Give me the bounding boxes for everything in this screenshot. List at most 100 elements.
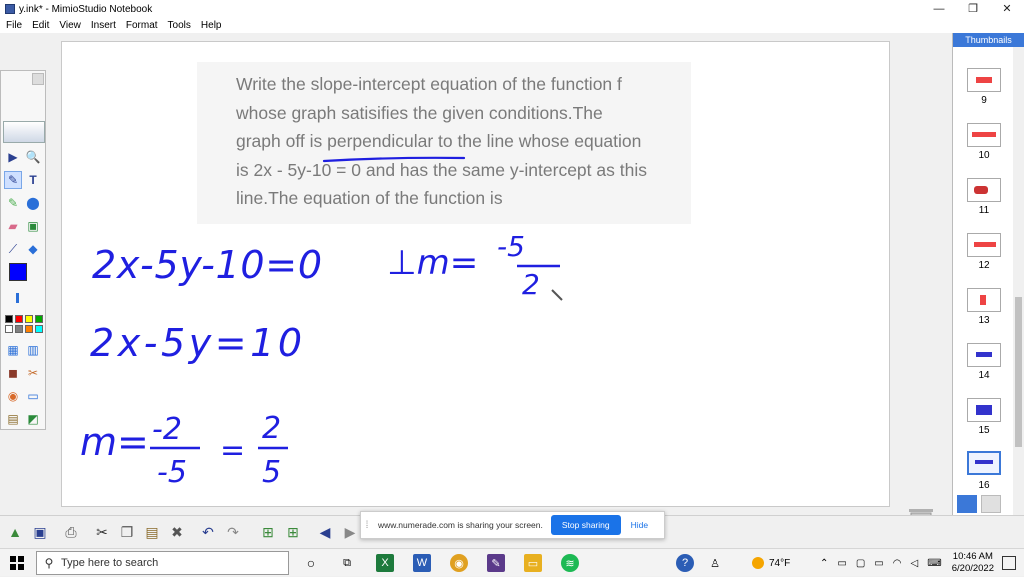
handwritten-equation-2: 2x-5y=10 — [90, 321, 302, 365]
palette-swatch[interactable] — [25, 315, 33, 323]
thumbnail-page[interactable] — [967, 233, 1001, 257]
image-icon[interactable]: ▣ — [24, 217, 42, 235]
restore-button[interactable]: ❐ — [956, 0, 990, 18]
thumbnail-page[interactable] — [967, 68, 1001, 92]
input-method-icon[interactable]: ⌨ — [927, 558, 941, 569]
minimize-button[interactable]: — — [922, 0, 956, 18]
eraser-icon[interactable]: ▰ — [4, 217, 22, 235]
palette-swatch[interactable] — [5, 315, 13, 323]
thumbnail-page[interactable] — [967, 343, 1001, 367]
pen-icon[interactable]: ✎ — [4, 171, 22, 189]
thumbnail-page[interactable] — [967, 288, 1001, 312]
search-icon: ⚲ — [44, 556, 54, 570]
people-icon[interactable]: ♙ — [706, 554, 724, 572]
spotify-icon[interactable]: ≋ — [561, 554, 579, 572]
fill-icon[interactable]: ◆ — [24, 240, 42, 258]
thumbnails-header: Thumbnails — [953, 33, 1024, 47]
highlighter-icon[interactable]: ✎ — [4, 194, 22, 212]
word-icon[interactable]: W — [413, 554, 431, 572]
menu-view[interactable]: View — [54, 18, 86, 33]
menu-file[interactable]: File — [0, 18, 27, 33]
thumbnail-page[interactable] — [967, 123, 1001, 147]
next-page-icon[interactable]: ▶ — [339, 522, 361, 542]
volume-icon[interactable]: ◁ — [910, 558, 918, 569]
menu-help[interactable]: Help — [196, 18, 227, 33]
thumbnail-view-icon[interactable] — [957, 495, 977, 513]
notebook-page[interactable]: Write the slope-intercept equation of th… — [61, 41, 890, 507]
clock[interactable]: 10:46 AM 6/20/2022 — [952, 551, 994, 575]
battery-icon[interactable]: ▭ — [874, 558, 883, 569]
spotlight-icon[interactable]: ◉ — [4, 387, 22, 405]
chevron-up-icon[interactable]: ⌃ — [820, 558, 828, 569]
text-icon[interactable]: T — [24, 171, 42, 189]
scrollbar-knob[interactable] — [1015, 297, 1022, 447]
weather-widget[interactable]: 74°F — [752, 549, 790, 577]
width-slider[interactable] — [16, 293, 19, 303]
close-button[interactable]: ✕ — [990, 0, 1024, 18]
thumbnails-panel: Thumbnails 9 10 11 12 13 14 15 16 — [952, 33, 1024, 515]
select-arrow-icon[interactable]: ▶ — [4, 148, 22, 166]
zoom-icon[interactable]: 🔍 — [24, 148, 42, 166]
chrome-icon[interactable]: ◉ — [450, 554, 468, 572]
palette-swatch[interactable] — [5, 325, 13, 333]
toolbox-close-icon[interactable] — [32, 73, 44, 85]
tools-icon[interactable]: ✂ — [24, 364, 42, 382]
menu-format[interactable]: Format — [121, 18, 163, 33]
help-icon[interactable]: ? — [676, 554, 694, 572]
redo-icon[interactable]: ↷ — [222, 522, 244, 542]
thumbnail-page[interactable] — [967, 178, 1001, 202]
paste-icon[interactable]: ▤ — [141, 522, 163, 542]
file-explorer-icon[interactable]: ▭ — [524, 554, 542, 572]
palette-swatch[interactable] — [25, 325, 33, 333]
dropper-icon[interactable]: ⟋ — [4, 240, 22, 258]
excel-icon[interactable]: X — [376, 554, 394, 572]
cut-icon[interactable]: ✂ — [91, 522, 113, 542]
add-page-icon[interactable]: ⊞ — [257, 522, 279, 542]
save-icon[interactable]: ▣ — [29, 522, 51, 542]
palette-swatch[interactable] — [15, 325, 23, 333]
new-page-icon[interactable]: ▲ — [4, 522, 26, 542]
gallery-icon[interactable]: ▤ — [4, 410, 22, 428]
ink-layer[interactable]: 2x-5y-10=0 2x-5y=10 m= -2 -5 = 2 5 ⊥m= -… — [62, 42, 891, 508]
thumbnail-number: 13 — [978, 315, 990, 326]
pattern-icon[interactable]: ▥ — [24, 341, 42, 359]
palette-swatch[interactable] — [15, 315, 23, 323]
thumbnail-page-active[interactable] — [967, 451, 1001, 475]
previous-page-icon[interactable]: ◀ — [314, 522, 336, 542]
screen-icon[interactable]: ▭ — [24, 387, 42, 405]
pen-preview-icon — [3, 121, 45, 143]
handwritten-equals: = — [220, 433, 245, 468]
stop-sharing-button[interactable]: Stop sharing — [550, 515, 621, 535]
notifications-icon[interactable] — [1002, 556, 1016, 570]
delete-icon[interactable]: ✖ — [166, 522, 188, 542]
menu-insert[interactable]: Insert — [86, 18, 121, 33]
palette-swatch[interactable] — [35, 315, 43, 323]
hide-link[interactable]: Hide — [631, 520, 648, 530]
display-icon[interactable]: ▢ — [856, 558, 865, 569]
copy-icon[interactable]: ❐ — [116, 522, 138, 542]
duplicate-page-icon[interactable]: ⊞ — [282, 522, 304, 542]
drag-handle-icon[interactable]: ⁞ — [361, 520, 373, 531]
mimio-icon[interactable]: ✎ — [487, 554, 505, 572]
grid-icon[interactable]: ▦ — [4, 341, 22, 359]
start-icon[interactable] — [10, 556, 24, 570]
recorder-icon[interactable]: ◼ — [4, 364, 22, 382]
resources-icon[interactable]: ◩ — [24, 410, 42, 428]
palette-swatch[interactable] — [35, 325, 43, 333]
print-icon[interactable]: ⎙ — [60, 522, 82, 542]
toolbox-panel: ▶ 🔍 ✎ T ✎ ⬤ ▰ ▣ ⟋ ◆ ▦ ▥ ◼ ✂ ◉ ▭ ▤ ◩ — [0, 70, 46, 430]
thumbnails-scrollbar[interactable] — [1013, 47, 1024, 515]
taskbar-search[interactable]: ⚲ Type here to search — [36, 551, 289, 575]
undo-icon[interactable]: ↶ — [197, 522, 219, 542]
network-icon[interactable]: ▭ — [837, 558, 846, 569]
task-view-icon[interactable]: ⧉ — [338, 554, 356, 572]
thumbnail-page[interactable] — [967, 398, 1001, 422]
menu-tools[interactable]: Tools — [163, 18, 196, 33]
wifi-icon[interactable]: ◠ — [893, 558, 902, 569]
list-view-icon[interactable] — [981, 495, 1001, 513]
menu-edit[interactable]: Edit — [27, 18, 54, 33]
color-picker-icon[interactable] — [9, 263, 27, 281]
cortana-icon[interactable]: ○ — [302, 554, 320, 572]
clock-time: 10:46 AM — [952, 551, 993, 562]
shape-icon[interactable]: ⬤ — [24, 194, 42, 212]
